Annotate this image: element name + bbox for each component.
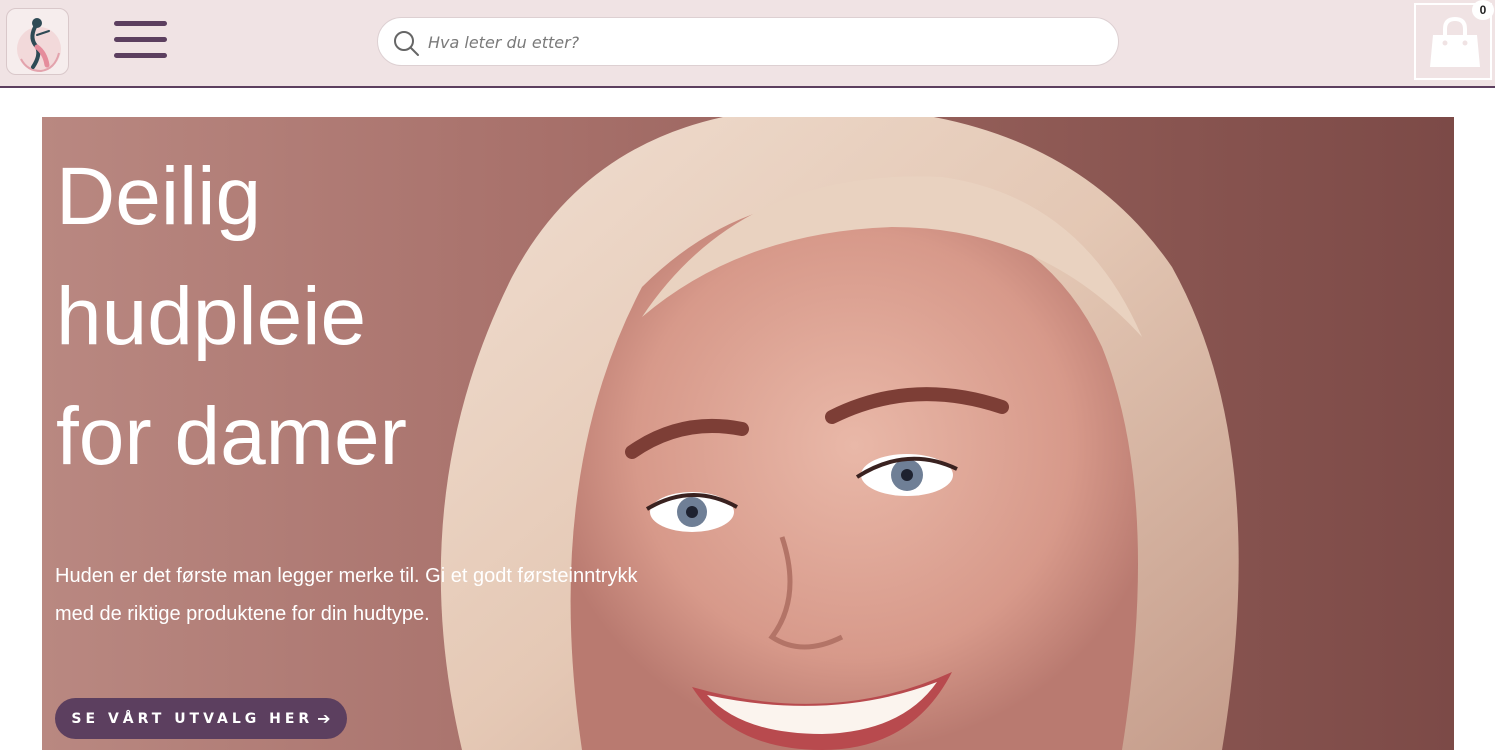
hero-title-line: hudpleie	[56, 271, 367, 362]
search-input[interactable]	[428, 28, 1088, 56]
shop-selection-button[interactable]: SE VÅRT UTVALG HER ➔	[55, 698, 347, 739]
hamburger-menu-icon[interactable]	[114, 21, 167, 61]
hero-title-line: for damer	[56, 391, 407, 482]
hero-title-line: Deilig	[56, 151, 262, 242]
search-icon[interactable]	[392, 29, 420, 57]
hero-description-line: Huden er det første man legger merke til…	[55, 565, 638, 587]
shopping-bag-icon	[1430, 16, 1480, 67]
arrow-right-icon: ➔	[317, 709, 331, 728]
hero-description: Huden er det første man legger merke til…	[55, 557, 695, 633]
site-header: 0	[0, 0, 1495, 88]
shop-selection-label: SE VÅRT UTVALG HER	[71, 710, 314, 727]
hero-title: Deilig hudpleie for damer	[56, 137, 616, 497]
cart-count-badge: 0	[1472, 0, 1494, 20]
hero-banner: Deilig hudpleie for damer Huden er det f…	[42, 117, 1454, 750]
woman-silhouette-logo	[17, 18, 61, 73]
logo[interactable]	[6, 8, 69, 75]
search-bar	[377, 17, 1119, 66]
hero-description-line: med de riktige produktene for din hudtyp…	[55, 603, 430, 625]
